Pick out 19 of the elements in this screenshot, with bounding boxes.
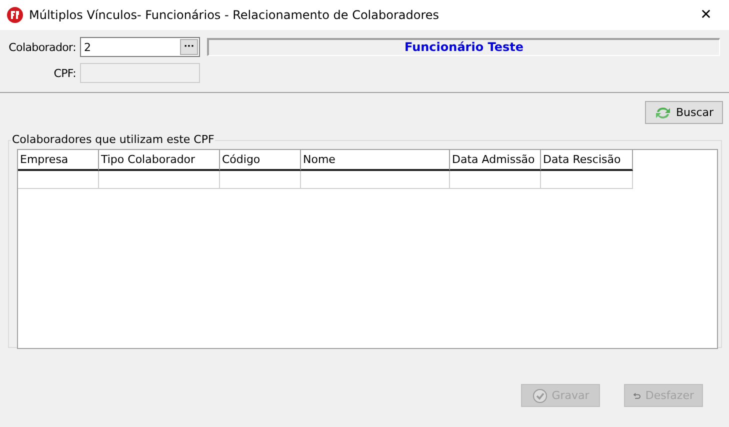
refresh-icon	[654, 104, 672, 120]
cpf-field[interactable]	[80, 63, 200, 83]
app-logo-icon	[7, 7, 23, 23]
search-button[interactable]: Buscar	[645, 101, 723, 124]
name-display: Funcionário Teste	[207, 38, 720, 56]
column-header[interactable]: Tipo Colaborador	[99, 150, 220, 171]
check-icon	[532, 388, 548, 404]
field-label: CPF:	[52, 66, 76, 80]
field-label: Colaborador:	[8, 40, 76, 54]
column-header[interactable]: Nome	[301, 150, 450, 171]
column-header[interactable]: Data Rescisão	[541, 150, 633, 171]
column-header[interactable]: Empresa	[18, 150, 99, 171]
colaborador-field[interactable]: 2 ···	[80, 37, 200, 57]
window-title: Múltiplos Vínculos- Funcionários - Relacionamento de Colaboradores	[29, 8, 440, 22]
column-header[interactable]: Data Admissão	[450, 150, 541, 171]
column-header[interactable]: Código	[220, 150, 301, 171]
close-button[interactable]: ✕	[683, 7, 729, 23]
group-title: Colaboradores que utilizam este CPF	[11, 133, 216, 146]
lookup-button[interactable]: ···	[180, 39, 198, 55]
